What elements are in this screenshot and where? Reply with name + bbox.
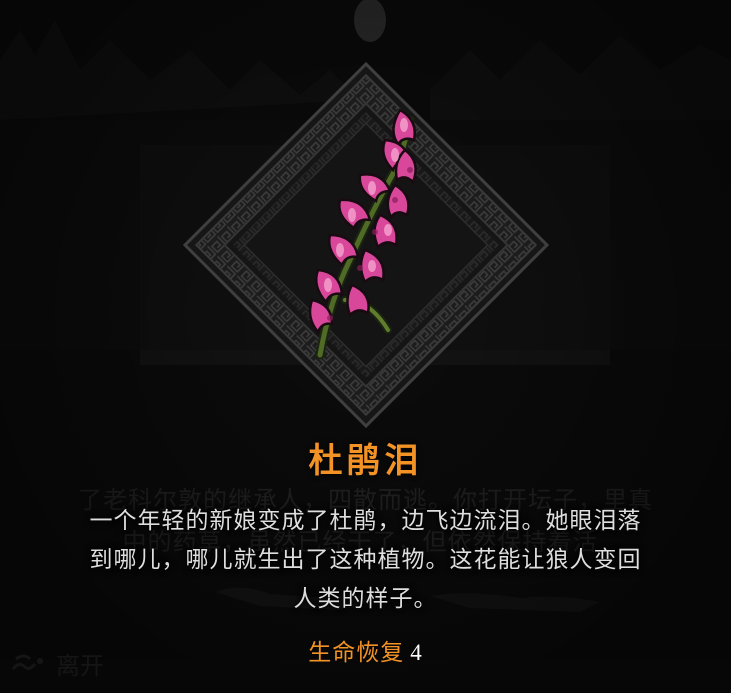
description-line: 到哪儿，哪儿就生出了这种植物。这花能让狼人变回	[89, 547, 642, 573]
game-scene: 了老科尔敦的继承人，四散而逃。你打开坛子，里真 中的药草，虽然已经干了，但依然保…	[0, 0, 731, 693]
stat-label: 生命恢复	[308, 640, 405, 666]
item-description: 一个年轻的新娘变成了杜鹃，边飞边流泪。她眼泪落 到哪儿，哪儿就生出了这种植物。这…	[40, 502, 691, 619]
item-stat: 生命恢复 4	[0, 633, 731, 667]
item-name: 杜鹃泪	[308, 441, 423, 481]
description-line: 一个年轻的新娘变成了杜鹃，边飞边流泪。她眼泪落	[89, 508, 642, 534]
stat-value: 4	[410, 640, 423, 665]
description-line: 人类的样子。	[293, 586, 438, 612]
